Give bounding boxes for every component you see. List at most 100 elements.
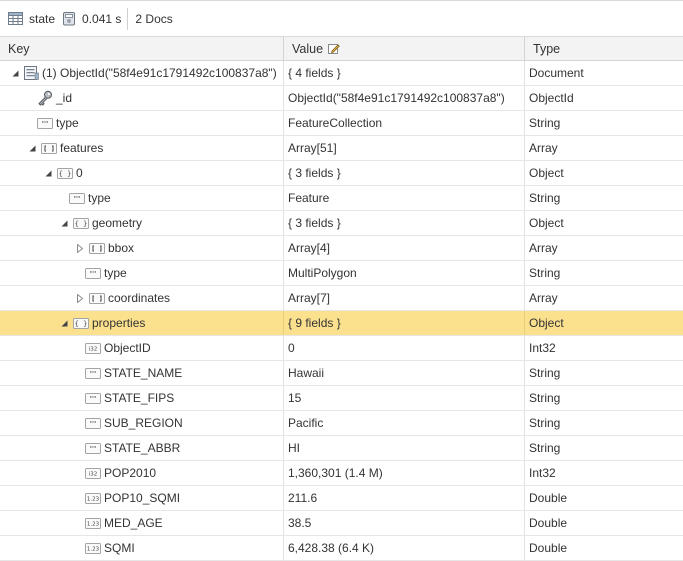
expand-toggle-icon[interactable]: [75, 243, 85, 253]
collapse-toggle-icon[interactable]: [59, 318, 69, 328]
key-label: STATE_NAME: [104, 366, 183, 380]
collapse-toggle-icon[interactable]: [43, 168, 53, 178]
value-cell[interactable]: { 4 fields }: [284, 61, 525, 85]
tree-row[interactable]: i32 ObjectID 0 Int32: [0, 336, 683, 361]
key-cell[interactable]: { } geometry: [0, 211, 284, 235]
tree-row[interactable]: features Array[51] Array: [0, 136, 683, 161]
key-cell[interactable]: bbox: [0, 236, 284, 260]
value-cell[interactable]: Hawaii: [284, 361, 525, 385]
type-cell: Array: [529, 241, 558, 255]
key-cell[interactable]: i32 ObjectID: [0, 336, 284, 360]
query-time-indicator: 0.041 s: [55, 1, 121, 36]
svg-text:"": "": [90, 445, 96, 453]
type-cell: Object: [529, 166, 564, 180]
tree-row[interactable]: "" type Feature String: [0, 186, 683, 211]
value-cell[interactable]: Array[7]: [284, 286, 525, 310]
edit-value-icon[interactable]: [328, 43, 340, 55]
value-cell[interactable]: Pacific: [284, 411, 525, 435]
tree-row[interactable]: "" STATE_FIPS 15 String: [0, 386, 683, 411]
key-cell[interactable]: coordinates: [0, 286, 284, 310]
tree-row[interactable]: i32 POP2010 1,360,301 (1.4 M) Int32: [0, 461, 683, 486]
tree-row[interactable]: { } properties { 9 fields } Object: [0, 311, 683, 336]
type-cell: ObjectId: [529, 91, 574, 105]
key-label: features: [60, 141, 104, 155]
value-cell[interactable]: 1,360,301 (1.4 M): [284, 461, 525, 485]
double-icon: 1.23: [85, 492, 101, 504]
key-label: coordinates: [108, 291, 171, 305]
value-cell[interactable]: 6,428.38 (6.4 K): [284, 536, 525, 560]
tree-row[interactable]: bbox Array[4] Array: [0, 236, 683, 261]
tree-row[interactable]: _id ObjectId("58f4e91c1791492c100837a8") O…: [0, 86, 683, 111]
key-cell[interactable]: "" SUB_REGION: [0, 411, 284, 435]
key-cell[interactable]: _id: [0, 86, 284, 110]
collection-indicator[interactable]: state: [0, 1, 55, 36]
collapse-toggle-icon[interactable]: [59, 218, 69, 228]
column-header-key[interactable]: Key: [0, 37, 284, 60]
value-cell[interactable]: { 3 fields }: [284, 211, 525, 235]
string-icon: "": [85, 367, 101, 379]
type-cell: Int32: [529, 341, 556, 355]
svg-text:i32: i32: [89, 471, 98, 477]
key-label: POP10_SQMI: [104, 491, 181, 505]
tree-row[interactable]: "" type MultiPolygon String: [0, 261, 683, 286]
key-cell[interactable]: "" STATE_FIPS: [0, 386, 284, 410]
query-time: 0.041 s: [82, 11, 122, 26]
tree-row[interactable]: { } 0 { 3 fields } Object: [0, 161, 683, 186]
collection-name: state: [29, 11, 56, 26]
column-header-value[interactable]: Value: [284, 37, 525, 60]
key-cell[interactable]: "" STATE_ABBR: [0, 436, 284, 460]
int32-icon: i32: [85, 467, 101, 479]
tree-row[interactable]: 1.23 POP10_SQMI 211.6 Double: [0, 486, 683, 511]
key-cell[interactable]: (1) ObjectId("58f4e91c1791492c100837a8"): [0, 61, 284, 85]
svg-text:"": "": [90, 420, 96, 428]
string-icon: "": [85, 442, 101, 454]
document-icon: [24, 66, 39, 80]
key-cell[interactable]: "" type: [0, 186, 284, 210]
tree-row[interactable]: "" SUB_REGION Pacific String: [0, 411, 683, 436]
tree-row[interactable]: { } geometry { 3 fields } Object: [0, 211, 683, 236]
key-label: type: [88, 191, 111, 205]
key-label: (1) ObjectId("58f4e91c1791492c100837a8"): [42, 66, 277, 80]
value-cell[interactable]: Feature: [284, 186, 525, 210]
key-cell[interactable]: "" type: [0, 261, 284, 285]
column-header-type[interactable]: Type: [525, 37, 683, 60]
value-cell[interactable]: { 9 fields }: [284, 311, 525, 335]
key-cell[interactable]: { } 0: [0, 161, 284, 185]
value-cell[interactable]: 38.5: [284, 511, 525, 535]
value-cell[interactable]: 0: [284, 336, 525, 360]
tree-row[interactable]: coordinates Array[7] Array: [0, 286, 683, 311]
tree-row[interactable]: "" STATE_ABBR HI String: [0, 436, 683, 461]
key-cell[interactable]: 1.23 SQMI: [0, 536, 284, 560]
collapse-toggle-icon[interactable]: [27, 143, 37, 153]
value-cell[interactable]: Array[51]: [284, 136, 525, 160]
expand-toggle-icon[interactable]: [75, 293, 85, 303]
tree-row[interactable]: "" STATE_NAME Hawaii String: [0, 361, 683, 386]
key-label: STATE_FIPS: [104, 391, 175, 405]
key-cell[interactable]: { } properties: [0, 311, 284, 335]
svg-text:{ }: { }: [75, 220, 88, 228]
value-cell[interactable]: { 3 fields }: [284, 161, 525, 185]
key-cell[interactable]: 1.23 MED_AGE: [0, 511, 284, 535]
value-cell[interactable]: Array[4]: [284, 236, 525, 260]
tree-row[interactable]: (1) ObjectId("58f4e91c1791492c100837a8")…: [0, 61, 683, 86]
key-cell[interactable]: features: [0, 136, 284, 160]
key-cell[interactable]: i32 POP2010: [0, 461, 284, 485]
tree-row[interactable]: 1.23 MED_AGE 38.5 Double: [0, 511, 683, 536]
value-cell[interactable]: FeatureCollection: [284, 111, 525, 135]
tree-row[interactable]: 1.23 SQMI 6,428.38 (6.4 K) Double: [0, 536, 683, 561]
key-label: STATE_ABBR: [104, 441, 181, 455]
value-cell[interactable]: 211.6: [284, 486, 525, 510]
value-cell[interactable]: HI: [284, 436, 525, 460]
type-cell: Array: [529, 291, 558, 305]
double-icon: 1.23: [85, 517, 101, 529]
svg-text:"": "": [90, 370, 96, 378]
value-cell[interactable]: ObjectId("58f4e91c1791492c100837a8"): [284, 86, 525, 110]
key-cell[interactable]: "" type: [0, 111, 284, 135]
key-cell[interactable]: "" STATE_NAME: [0, 361, 284, 385]
value-cell[interactable]: MultiPolygon: [284, 261, 525, 285]
array-icon: [89, 242, 105, 254]
value-cell[interactable]: 15: [284, 386, 525, 410]
collapse-toggle-icon[interactable]: [10, 68, 20, 78]
tree-row[interactable]: "" type FeatureCollection String: [0, 111, 683, 136]
key-cell[interactable]: 1.23 POP10_SQMI: [0, 486, 284, 510]
